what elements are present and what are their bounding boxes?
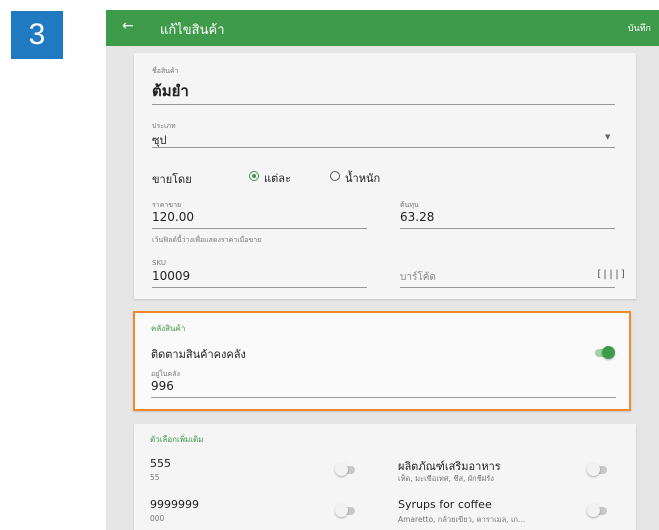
radio-weight[interactable]: [330, 171, 340, 181]
toggle-knob: [335, 463, 348, 476]
name-input[interactable]: ต้มยำ: [152, 79, 189, 103]
modifier-name: 9999999: [150, 498, 199, 511]
toggle-knob: [602, 346, 615, 359]
radio-each[interactable]: [249, 171, 259, 181]
radio-each-label[interactable]: แต่ละ: [264, 169, 291, 187]
radio-weight-label[interactable]: น้ำหนัก: [345, 169, 380, 187]
modifier-toggle[interactable]: [335, 504, 355, 517]
price-underline: [152, 228, 367, 229]
app-window: ← แก้ไขสินค้า บันทึก ชื่อสินค้า ต้มยำ ปร…: [106, 10, 659, 530]
inventory-card: คลังสินค้า ติดตามสินค้าคงคลัง อยู่ในคลัง…: [133, 311, 631, 411]
page-title: แก้ไขสินค้า: [160, 23, 225, 38]
sku-underline: [152, 287, 367, 288]
price-hint: เว้นฟิลด์นี้ว่างเพื่อแสดงราคาเมื่อขาย: [152, 236, 262, 244]
name-underline: [152, 104, 615, 105]
sku-label: SKU: [152, 259, 166, 267]
modifier-sub: 55: [150, 473, 160, 482]
modifiers-card: ตัวเลือกเพิ่มเติม 555 55 ผลิตภัณฑ์เสริมอ…: [134, 424, 636, 530]
barcode-underline: [400, 287, 615, 288]
barcode-input[interactable]: บาร์โค้ด: [400, 270, 436, 285]
dropdown-arrow-icon[interactable]: ▼: [605, 133, 610, 141]
track-inventory-toggle[interactable]: [595, 346, 615, 359]
sell-by-label: ขายโดย: [152, 173, 192, 186]
modifier-toggle[interactable]: [587, 463, 607, 476]
cost-input[interactable]: 63.28: [400, 210, 434, 224]
modifier-name: Syrups for coffee: [398, 498, 492, 511]
inventory-section-label: คลังสินค้า: [151, 324, 186, 333]
arrow-left-icon[interactable]: ←: [122, 18, 134, 34]
price-input[interactable]: 120.00: [152, 210, 194, 224]
app-bar: ← แก้ไขสินค้า บันทึก: [106, 10, 659, 46]
modifier-sub: เห็ด, มะเขือเทศ, ชีส, ผักชีฝรั่ง: [398, 474, 494, 483]
category-underline: [152, 147, 615, 148]
modifier-name: 555: [150, 457, 171, 470]
modifier-toggle[interactable]: [335, 463, 355, 476]
modifier-sub: 000: [150, 514, 165, 523]
toggle-knob: [587, 504, 600, 517]
modifier-toggle[interactable]: [587, 504, 607, 517]
toggle-knob: [587, 463, 600, 476]
step-badge: 3: [11, 11, 63, 59]
toggle-knob: [335, 504, 348, 517]
save-button[interactable]: บันทึก: [628, 21, 651, 35]
track-inventory-label: ติดตามสินค้าคงคลัง: [151, 348, 246, 361]
cost-underline: [400, 228, 615, 229]
name-label: ชื่อสินค้า: [152, 67, 179, 75]
product-details-card: ชื่อสินค้า ต้มยำ ประเภท ซุป ▼ ขายโดย แต่…: [134, 53, 636, 299]
modifiers-section-label: ตัวเลือกเพิ่มเติม: [150, 435, 204, 444]
in-stock-input[interactable]: 996: [151, 379, 174, 393]
barcode-scan-icon[interactable]: [|||]: [596, 269, 626, 280]
modifier-sub: Amaretto, กล้วยเขียว, คาราเมล, เก...: [398, 515, 526, 524]
in-stock-underline: [151, 397, 616, 398]
sku-input[interactable]: 10009: [152, 269, 190, 283]
